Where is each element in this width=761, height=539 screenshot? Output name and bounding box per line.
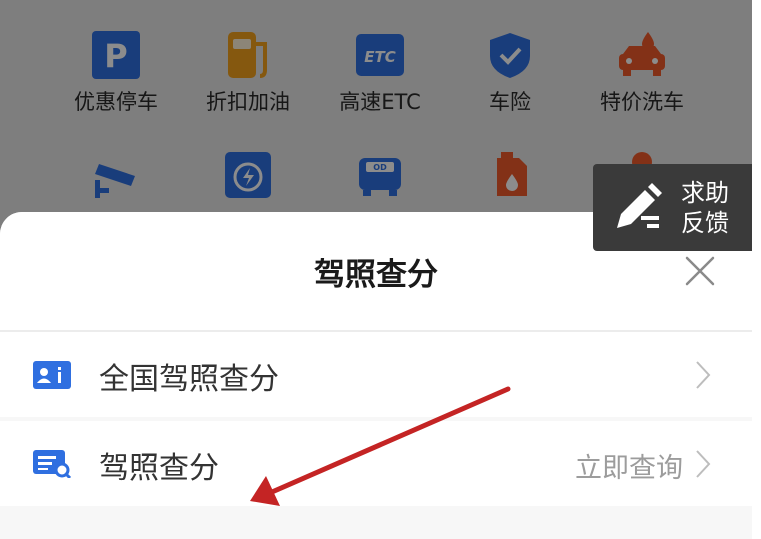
id-card-icon [33,361,71,389]
chevron-right-icon [692,447,714,481]
query-now-link[interactable]: 立即查询 [575,446,683,485]
close-icon[interactable] [681,252,719,290]
feedback-label-line1: 求助 [681,179,729,207]
list-item-label: 全国驾照查分 [99,362,279,397]
list-item-label: 驾照查分 [99,451,219,486]
edit-pen-icon [613,182,665,234]
bottom-sheet: 驾照查分 全国驾照查分 驾照查分 立即查询 [0,212,752,539]
feedback-label-line2: 反馈 [681,209,729,237]
chevron-right-icon [692,358,714,392]
page-edge [752,0,761,539]
list-item-license-points[interactable]: 驾照查分 立即查询 [0,421,752,506]
sheet-title: 驾照查分 [314,257,438,293]
document-search-icon [33,450,72,480]
help-feedback-button[interactable]: 求助 反馈 [593,164,752,251]
list-item-national-license-points[interactable]: 全国驾照查分 [0,332,752,417]
